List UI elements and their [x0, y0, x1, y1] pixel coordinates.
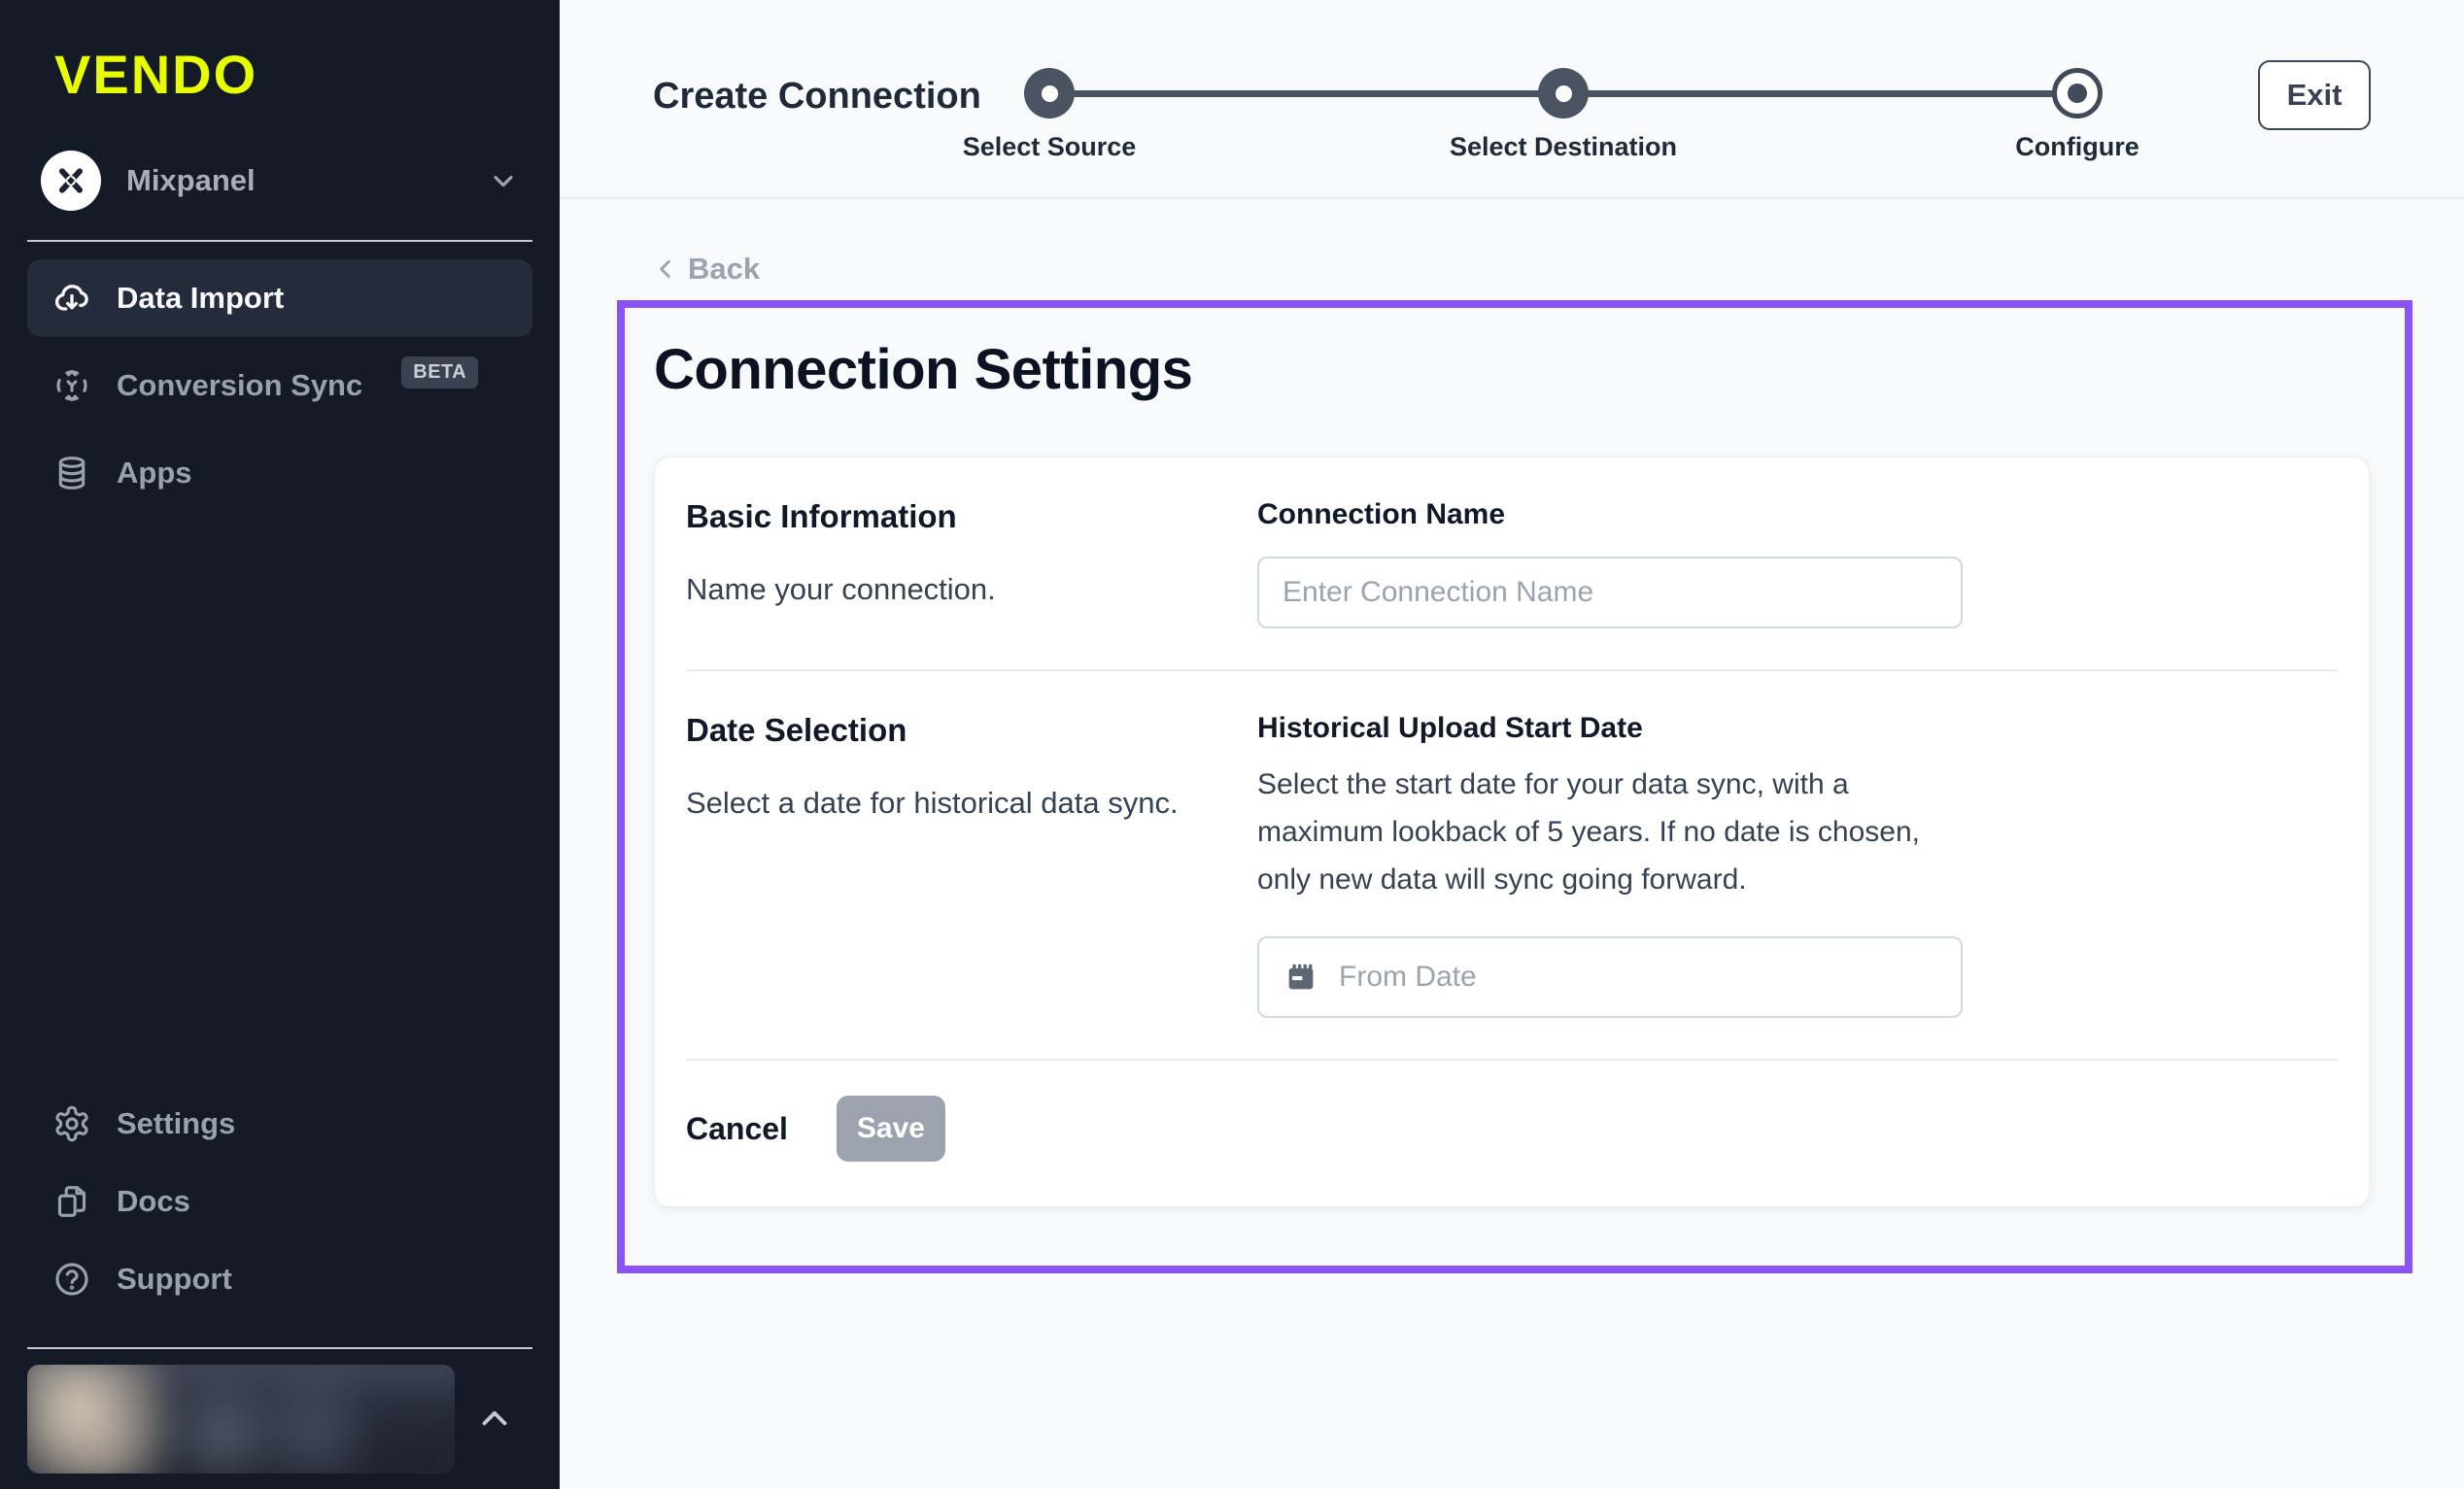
basic-info-title: Basic Information [686, 498, 1257, 535]
sidebar-item-label: Support [117, 1262, 232, 1297]
date-selection-title: Date Selection [686, 712, 1257, 749]
vendo-logo: VENDO [54, 43, 532, 106]
start-date-description: Select the start date for your data sync… [1257, 761, 1937, 903]
sidebar-item-conversion-sync[interactable]: Conversion Sync BETA [27, 347, 532, 424]
step-dot [1538, 68, 1589, 118]
back-link[interactable]: Back [653, 252, 760, 287]
step-label: Select Source [963, 132, 1137, 162]
form-actions: Cancel Save [686, 1061, 2338, 1206]
date-selection-row: Date Selection Select a date for histori… [686, 671, 2338, 1061]
back-label: Back [688, 252, 760, 287]
user-avatar-blurred [27, 1365, 455, 1473]
from-date-input[interactable] [1257, 936, 1963, 1018]
database-icon [52, 454, 91, 492]
step-dot [2052, 68, 2103, 118]
exit-button[interactable]: Exit [2258, 60, 2371, 130]
sidebar-item-data-import[interactable]: Data Import [27, 259, 532, 337]
step-connector [1587, 90, 2054, 97]
gear-icon [52, 1104, 91, 1143]
basic-info-subtitle: Name your connection. [686, 572, 1257, 607]
wizard-stepper: Select Source Select Destination Configu… [1024, 68, 2103, 118]
chevron-left-icon [653, 256, 678, 282]
basic-info-right: Connection Name [1257, 498, 2338, 628]
workspace-switcher[interactable]: Mixpanel [27, 151, 532, 211]
sidebar-item-label: Data Import [117, 281, 284, 316]
cancel-button[interactable]: Cancel [686, 1111, 788, 1147]
wizard-title: Create Connection [653, 76, 981, 118]
sidebar-item-apps[interactable]: Apps [27, 434, 532, 512]
main-area: Create Connection Select Source Select D… [560, 0, 2464, 1489]
help-circle-icon [52, 1260, 91, 1299]
docs-icon [52, 1182, 91, 1221]
sidebar-divider-top [27, 240, 532, 242]
start-date-label: Historical Upload Start Date [1257, 712, 2338, 745]
basic-information-row: Basic Information Name your connection. … [686, 457, 2338, 671]
step-configure: Configure [2052, 68, 2103, 118]
connection-settings-section: Connection Settings Basic Information Na… [617, 300, 2413, 1273]
user-blur-content [27, 1365, 455, 1473]
basic-info-left: Basic Information Name your connection. [686, 498, 1257, 628]
sidebar-item-settings[interactable]: Settings [27, 1085, 532, 1163]
step-select-source: Select Source [1024, 68, 1075, 118]
date-selection-right: Historical Upload Start Date Select the … [1257, 712, 2338, 1018]
date-selection-subtitle: Select a date for historical data sync. [686, 786, 1257, 821]
chevron-up-icon[interactable] [474, 1399, 515, 1439]
sidebar-item-label: Settings [117, 1106, 235, 1141]
beta-badge: BETA [401, 356, 478, 389]
step-label: Select Destination [1450, 132, 1677, 162]
sidebar-divider-bottom [27, 1347, 532, 1349]
section-title: Connection Settings [654, 337, 2370, 402]
step-dot [1024, 68, 1075, 118]
date-selection-left: Date Selection Select a date for histori… [686, 712, 1257, 1018]
sidebar-item-label: Docs [117, 1184, 190, 1219]
sidebar-item-docs[interactable]: Docs [27, 1163, 532, 1240]
connection-name-input[interactable] [1257, 557, 1963, 628]
step-connector [1073, 90, 1540, 97]
step-select-destination: Select Destination [1538, 68, 1589, 118]
chevron-down-icon [488, 165, 519, 196]
cloud-download-icon [52, 279, 91, 318]
sidebar-item-label: Conversion Sync [117, 368, 362, 403]
user-menu[interactable] [27, 1365, 532, 1473]
step-label: Configure [2015, 132, 2139, 162]
settings-card: Basic Information Name your connection. … [654, 457, 2370, 1207]
save-button[interactable]: Save [837, 1096, 945, 1162]
connection-name-label: Connection Name [1257, 498, 2338, 531]
workspace-name: Mixpanel [126, 163, 256, 198]
sidebar-nav: Data Import Conversion Sync BETA [27, 259, 532, 512]
mixpanel-logo-icon [41, 151, 101, 211]
conversion-sync-icon [52, 366, 91, 405]
sidebar-item-support[interactable]: Support [27, 1240, 532, 1318]
sidebar-footer-nav: Settings Docs Support [27, 1085, 532, 1318]
from-date-field [1257, 936, 1963, 1018]
sidebar-item-label: Apps [117, 456, 192, 491]
sidebar: VENDO Mixpanel Data Import [0, 0, 560, 1489]
wizard-header: Create Connection Select Source Select D… [560, 0, 2464, 199]
